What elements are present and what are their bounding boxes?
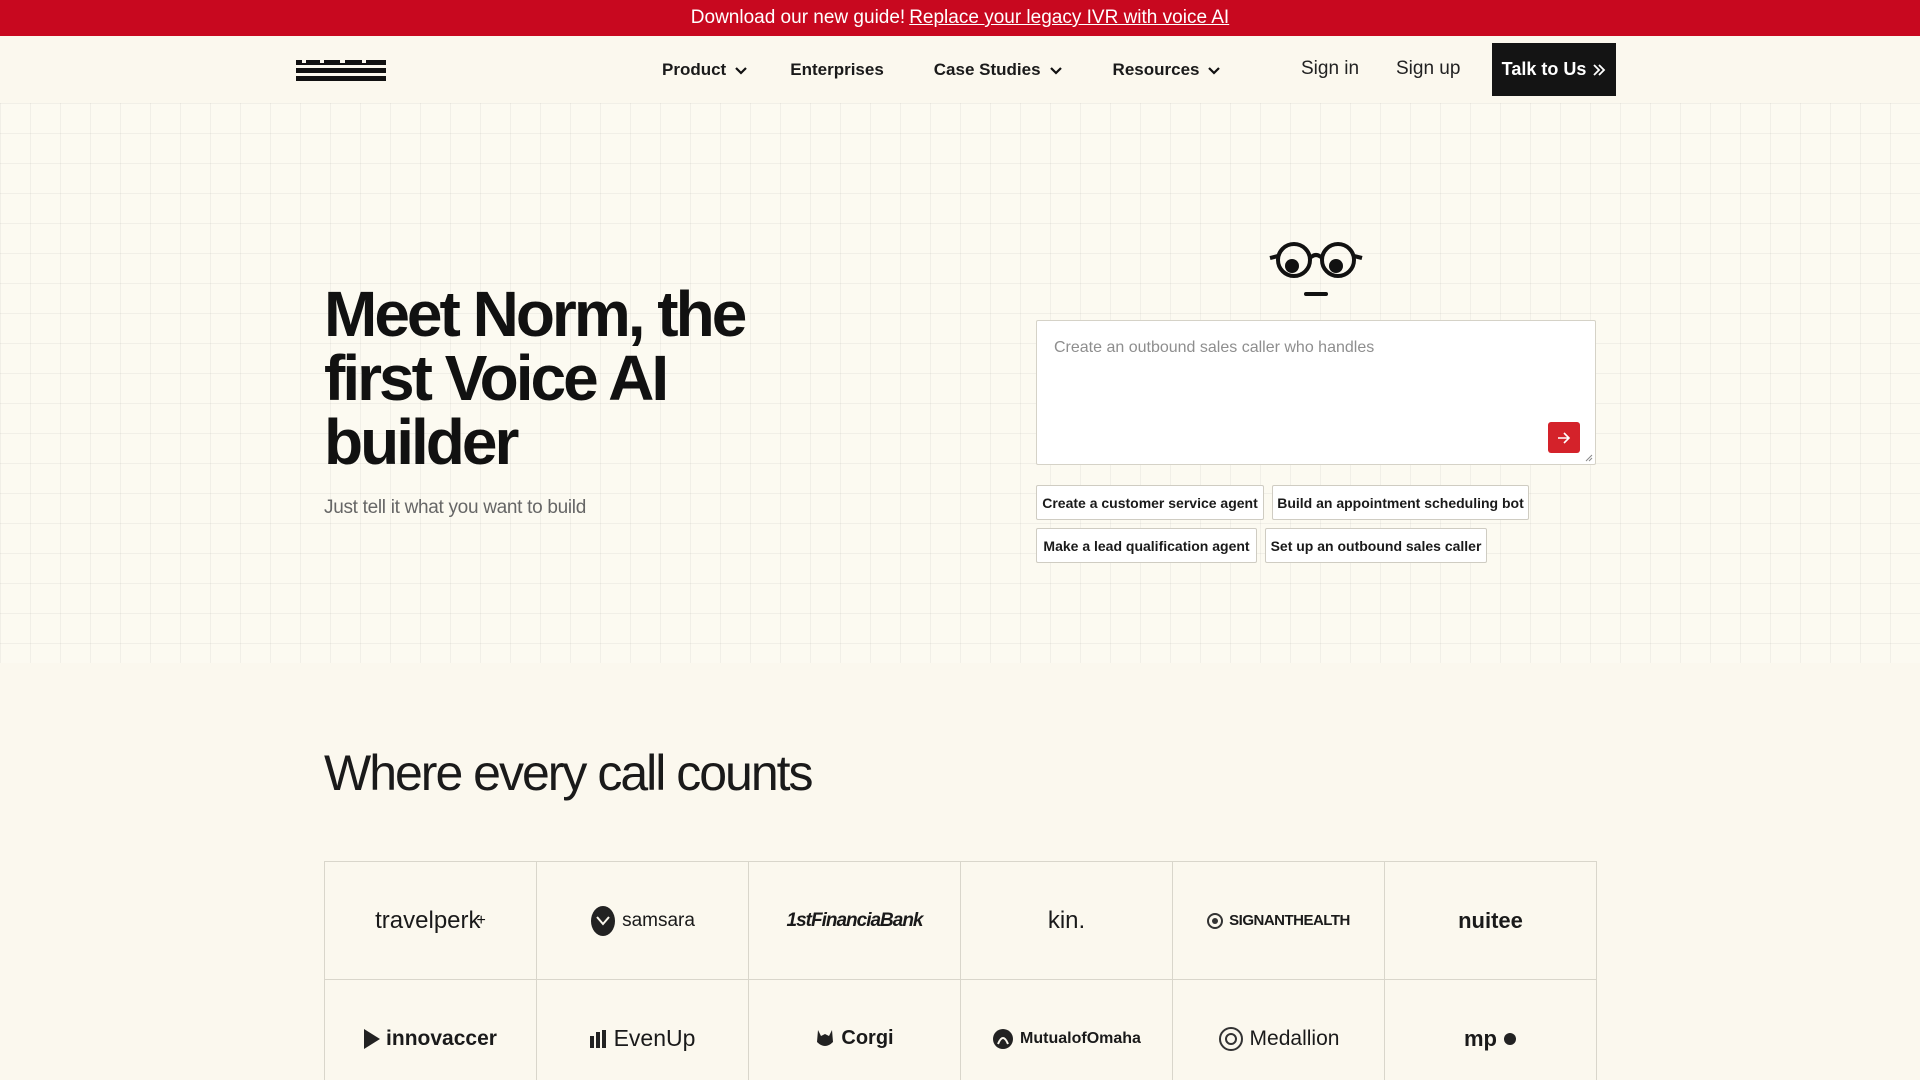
hero-section [0,103,1920,663]
signant-health-wordmark: SIGNANTHEALTH [1229,912,1350,929]
travelperk-logo: travelperk [375,906,481,934]
samsara-logo: samsara [590,905,695,937]
medallion-logo: Medallion [1218,1026,1340,1052]
logo-samsara: samsara [536,861,749,980]
suggestion-chip-appointment-bot[interactable]: Build an appointment scheduling bot [1272,485,1529,520]
nav-product[interactable]: Product [662,60,748,80]
mp-wordmark: mp [1464,1025,1497,1051]
mutual-of-omaha-logo: MutualofOmaha [992,1028,1141,1050]
mp-mark-icon [1504,1032,1516,1045]
arrow-right-icon [1558,431,1571,444]
hero-headline: Meet Norm, the first Voice AI builder [324,278,747,478]
nav-enterprises-label: Enterprises [790,60,884,79]
evenup-wordmark: EvenUp [613,1025,696,1051]
talk-to-us-button[interactable]: Talk to Us [1492,43,1616,96]
samsara-mark-icon [591,905,616,936]
signant-health-logo: SIGNANTHEALTH [1207,912,1350,929]
mutual-of-omaha-mark-icon [993,1028,1014,1049]
evenup-logo: EvenUp [589,1025,696,1052]
chevron-down-icon [1208,67,1221,75]
double-chevron-right-icon [1593,63,1606,76]
corgi-mark-icon [817,1029,834,1046]
logo-innovaccer: innovaccer [324,979,537,1080]
nav-enterprises[interactable]: Enterprises [790,60,884,80]
banner-guide-link[interactable]: Replace your legacy IVR with voice AI [909,7,1229,29]
logo-mp: mp [1384,979,1597,1080]
nav-resources-label: Resources [1112,60,1200,79]
medallion-mark-icon [1218,1026,1243,1051]
prompt-input[interactable]: Create an outbound sales caller who hand… [1036,320,1596,465]
evenup-mark-icon [589,1029,606,1048]
samsara-wordmark: samsara [622,909,695,931]
innovaccer-wordmark: innovaccer [386,1026,497,1050]
talk-to-us-label: Talk to Us [1501,59,1587,79]
logo-nuitee: nuitee [1384,861,1597,980]
logo-kin: kin. [960,861,1173,980]
plus-icon: + [476,911,486,929]
chevron-down-icon [735,67,748,75]
corgi-logo: Corgi [815,1027,894,1050]
logo-1st-financial-bank: 1stFinanciaBank [748,861,961,980]
nav-links: Product Enterprises Case Studies Resourc… [662,58,1221,82]
top-nav: Product Enterprises Case Studies Resourc… [0,36,1920,103]
suggestion-chip-outbound-sales[interactable]: Set up an outbound sales caller [1265,528,1487,563]
innovaccer-mark-icon [364,1028,381,1049]
logo-signant-health: SIGNANTHEALTH [1172,861,1385,980]
send-button[interactable] [1548,422,1580,453]
hero-subhead: Just tell it what you want to build [324,497,586,518]
logo-travelperk: travelperk + [324,861,537,980]
nav-resources[interactable]: Resources [1113,60,1222,80]
logo-evenup: EvenUp [536,979,749,1080]
bland-logo[interactable] [296,58,386,82]
nav-case-studies[interactable]: Case Studies [934,60,1063,80]
banner-text: Download our new guide! [690,7,906,28]
resize-grip-icon[interactable] [1585,454,1593,462]
innovaccer-logo: innovaccer [364,1027,497,1051]
prompt-placeholder: Create an outbound sales caller who hand… [1054,339,1375,356]
logo-mutual-of-omaha: MutualofOmaha [960,979,1173,1080]
signant-mark-icon [1207,912,1224,929]
norm-face-icon [1269,242,1363,296]
nuitee-logo: nuitee [1458,907,1523,933]
suggestion-chip-lead-qualification[interactable]: Make a lead qualification agent [1036,528,1257,563]
sign-in-link[interactable]: Sign in [1301,58,1359,80]
nav-case-studies-label: Case Studies [933,60,1041,79]
logo-corgi: Corgi [748,979,961,1080]
sign-up-link[interactable]: Sign up [1396,58,1460,80]
nav-product-label: Product [662,60,727,79]
medallion-wordmark: Medallion [1249,1026,1340,1050]
suggestion-chip-customer-service[interactable]: Create a customer service agent [1036,485,1264,520]
chevron-down-icon [1049,67,1062,75]
mutual-of-omaha-wordmark: MutualofOmaha [1020,1029,1141,1047]
corgi-wordmark: Corgi [841,1027,894,1049]
customer-logo-grid: travelperk + samsara 1stFinanciaBank kin.… [324,861,1597,1080]
logo-medallion: Medallion [1172,979,1385,1080]
kin-logo: kin. [1047,906,1086,934]
mp-logo: mp [1464,1026,1517,1052]
announcement-banner: Download our new guide! Replace your leg… [0,0,1920,36]
1st-financial-bank-logo: 1stFinanciaBank [786,909,924,931]
customers-title: Where every call counts [324,745,814,801]
